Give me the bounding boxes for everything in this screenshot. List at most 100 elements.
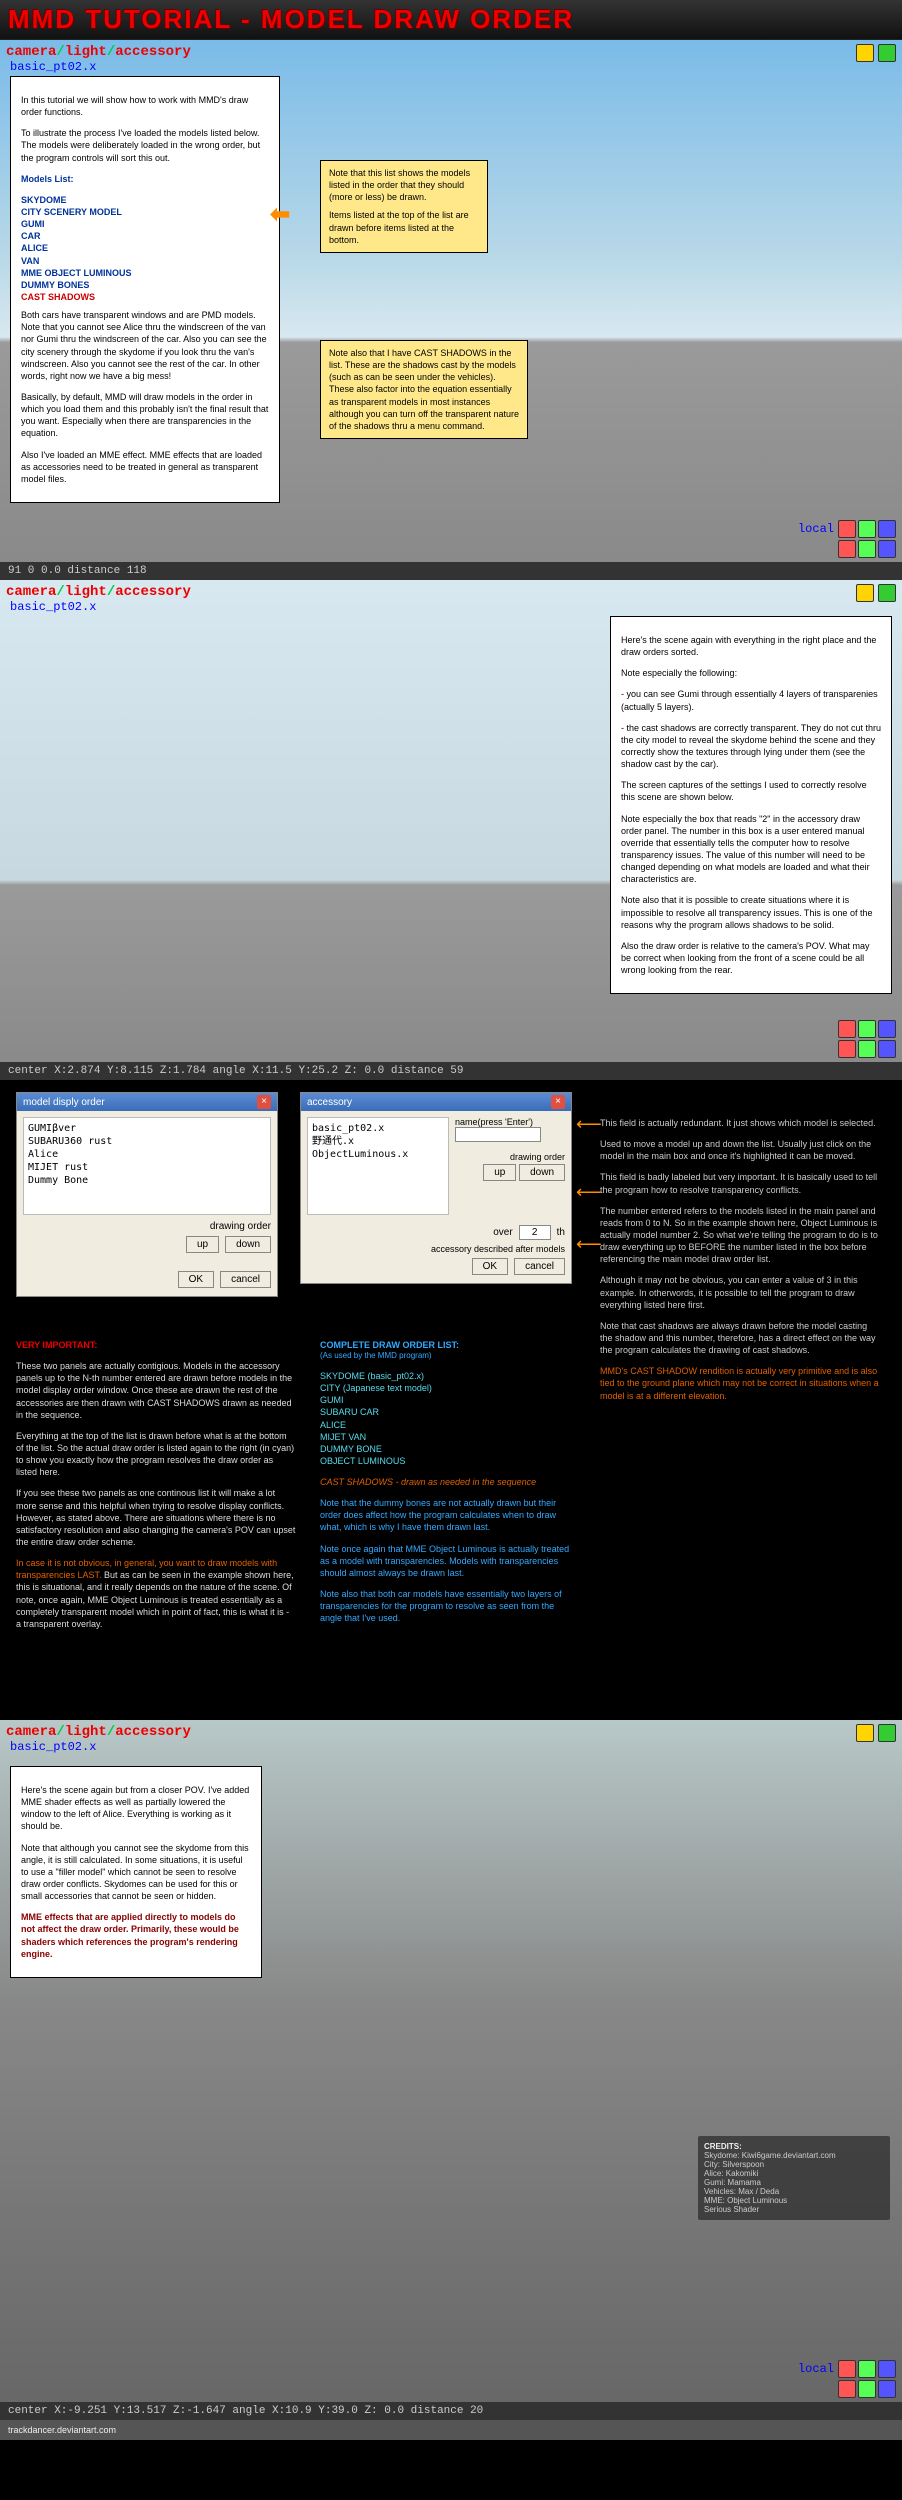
t: Here's the scene again with everything i… bbox=[621, 634, 881, 658]
i: DUMMY BONE bbox=[320, 1443, 570, 1455]
axis-x-icon[interactable] bbox=[838, 1020, 856, 1038]
top-icons bbox=[856, 584, 896, 602]
list-item[interactable]: ObjectLuminous.x bbox=[312, 1148, 444, 1161]
rot-x-icon[interactable] bbox=[838, 1040, 856, 1058]
t: MMD's CAST SHADOW rendition is actually … bbox=[600, 1365, 880, 1401]
i: OBJECT LUMINOUS bbox=[320, 1455, 570, 1467]
accessory-window: accessory × basic_pt02.x 野通代.x ObjectLumi… bbox=[300, 1092, 572, 1284]
list-item[interactable]: GUMIβver bbox=[28, 1122, 266, 1135]
list-item[interactable]: MIJET rust bbox=[28, 1161, 266, 1174]
caption: 91 0 0.0 distance 118 bbox=[0, 562, 902, 580]
cancel-button[interactable]: cancel bbox=[220, 1271, 271, 1288]
cancel-button[interactable]: cancel bbox=[514, 1258, 565, 1275]
t: Note also that it is possible to create … bbox=[621, 894, 881, 930]
list-item[interactable]: Alice bbox=[28, 1148, 266, 1161]
t: Everything at the top of the list is dra… bbox=[16, 1430, 296, 1479]
top-icons bbox=[856, 44, 896, 62]
list[interactable]: basic_pt02.x 野通代.x ObjectLuminous.x bbox=[307, 1117, 449, 1215]
t: - the cast shadows are correctly transpa… bbox=[621, 722, 881, 771]
column-a: VERY IMPORTANT: These two panels are act… bbox=[16, 1330, 296, 1639]
i: CITY (Japanese text model) bbox=[320, 1382, 570, 1394]
close-icon[interactable]: × bbox=[257, 1095, 271, 1109]
list-item[interactable]: SUBARU360 rust bbox=[28, 1135, 266, 1148]
down-button[interactable]: down bbox=[225, 1236, 271, 1253]
page-header: MMD TUTORIAL - MODEL DRAW ORDER bbox=[0, 0, 902, 40]
t: Although it may not be obvious, you can … bbox=[600, 1274, 880, 1310]
icon-circle[interactable] bbox=[856, 44, 874, 62]
rot-z-icon[interactable] bbox=[878, 2380, 896, 2398]
t: Note that this list shows the models lis… bbox=[329, 167, 479, 203]
up-button[interactable]: up bbox=[186, 1236, 219, 1253]
intro-box: In this tutorial we will show how to wor… bbox=[10, 76, 280, 503]
over-input[interactable] bbox=[519, 1225, 551, 1240]
axis-x-icon[interactable] bbox=[838, 520, 856, 538]
rot-x-icon[interactable] bbox=[838, 2380, 856, 2398]
win-title: accessory bbox=[307, 1097, 352, 1108]
list-item[interactable]: basic_pt02.x bbox=[312, 1122, 444, 1135]
t: The screen captures of the settings I us… bbox=[621, 779, 881, 803]
t: Used to move a model up and down the lis… bbox=[600, 1138, 880, 1162]
over-label: over bbox=[493, 1227, 512, 1238]
i: ALICE bbox=[320, 1419, 570, 1431]
i: GUMI bbox=[320, 1394, 570, 1406]
t: Note once again that MME Object Luminous… bbox=[320, 1543, 570, 1579]
axis-z-icon[interactable] bbox=[878, 1020, 896, 1038]
t: Also I've loaded an MME effect. MME effe… bbox=[21, 449, 269, 485]
column-c: This field is actually redundant. It jus… bbox=[600, 1108, 880, 1411]
rot-x-icon[interactable] bbox=[838, 540, 856, 558]
t: This field is actually redundant. It jus… bbox=[600, 1117, 880, 1129]
panel-1: camera/light/accessory basic_pt02.x In t… bbox=[0, 40, 902, 580]
t: To illustrate the process I've loaded th… bbox=[21, 127, 269, 163]
arrow-icon: ⬅ bbox=[270, 200, 290, 229]
t: Also the draw order is relative to the c… bbox=[621, 940, 881, 976]
rot-y-icon[interactable] bbox=[858, 1040, 876, 1058]
credits-head: CREDITS: bbox=[704, 2142, 884, 2151]
info-box: Here's the scene again with everything i… bbox=[610, 616, 892, 994]
head: COMPLETE DRAW ORDER LIST: bbox=[320, 1339, 570, 1351]
cla-sub: basic_pt02.x bbox=[10, 1740, 96, 1754]
rot-z-icon[interactable] bbox=[878, 1040, 896, 1058]
down-button[interactable]: down bbox=[519, 1164, 565, 1181]
axis-z-icon[interactable] bbox=[878, 520, 896, 538]
ok-button[interactable]: OK bbox=[472, 1258, 508, 1275]
t: Note that the dummy bones are not actual… bbox=[320, 1497, 570, 1533]
note-box-1: Note that this list shows the models lis… bbox=[320, 160, 488, 253]
icon-plus[interactable] bbox=[878, 44, 896, 62]
axis-y-icon[interactable] bbox=[858, 2360, 876, 2378]
i: MIJET VAN bbox=[320, 1431, 570, 1443]
list-item[interactable]: 野通代.x bbox=[312, 1135, 444, 1148]
axis-y-icon[interactable] bbox=[858, 1020, 876, 1038]
icon-circle[interactable] bbox=[856, 584, 874, 602]
i: SUBARU CAR bbox=[320, 1406, 570, 1418]
ok-button[interactable]: OK bbox=[178, 1271, 214, 1288]
icon-plus[interactable] bbox=[878, 1724, 896, 1742]
up-button[interactable]: up bbox=[483, 1164, 516, 1181]
t: Note also that I have CAST SHADOWS in th… bbox=[329, 348, 519, 431]
t: Items listed at the top of the list are … bbox=[329, 209, 479, 245]
rot-y-icon[interactable] bbox=[858, 2380, 876, 2398]
close-icon[interactable]: × bbox=[551, 1095, 565, 1109]
m: CAR bbox=[21, 230, 269, 242]
page-title: MMD TUTORIAL - MODEL DRAW ORDER bbox=[8, 4, 894, 35]
m: MME OBJECT LUMINOUS bbox=[21, 267, 269, 279]
t: Basically, by default, MMD will draw mod… bbox=[21, 391, 269, 440]
m: VAN bbox=[21, 255, 269, 267]
t: Note especially the box that reads "2" i… bbox=[621, 813, 881, 886]
head: VERY IMPORTANT: bbox=[16, 1339, 296, 1351]
rot-y-icon[interactable] bbox=[858, 540, 876, 558]
note-box-2: Note also that I have CAST SHADOWS in th… bbox=[320, 340, 528, 439]
axis-x-icon[interactable] bbox=[838, 2360, 856, 2378]
icon-plus[interactable] bbox=[878, 584, 896, 602]
c: Gumi: Mamama bbox=[704, 2178, 884, 2187]
axis-icons: local bbox=[798, 2360, 896, 2398]
list-item[interactable]: Dummy Bone bbox=[28, 1174, 266, 1187]
top-icons bbox=[856, 1724, 896, 1742]
panel-3: model disply order× GUMIβver SUBARU360 r… bbox=[0, 1080, 902, 1720]
name-input[interactable] bbox=[455, 1127, 541, 1142]
list[interactable]: GUMIβver SUBARU360 rust Alice MIJET rust… bbox=[23, 1117, 271, 1215]
axis-y-icon[interactable] bbox=[858, 520, 876, 538]
rot-z-icon[interactable] bbox=[878, 540, 896, 558]
icon-circle[interactable] bbox=[856, 1724, 874, 1742]
axis-z-icon[interactable] bbox=[878, 2360, 896, 2378]
cla-sub: basic_pt02.x bbox=[10, 600, 96, 614]
